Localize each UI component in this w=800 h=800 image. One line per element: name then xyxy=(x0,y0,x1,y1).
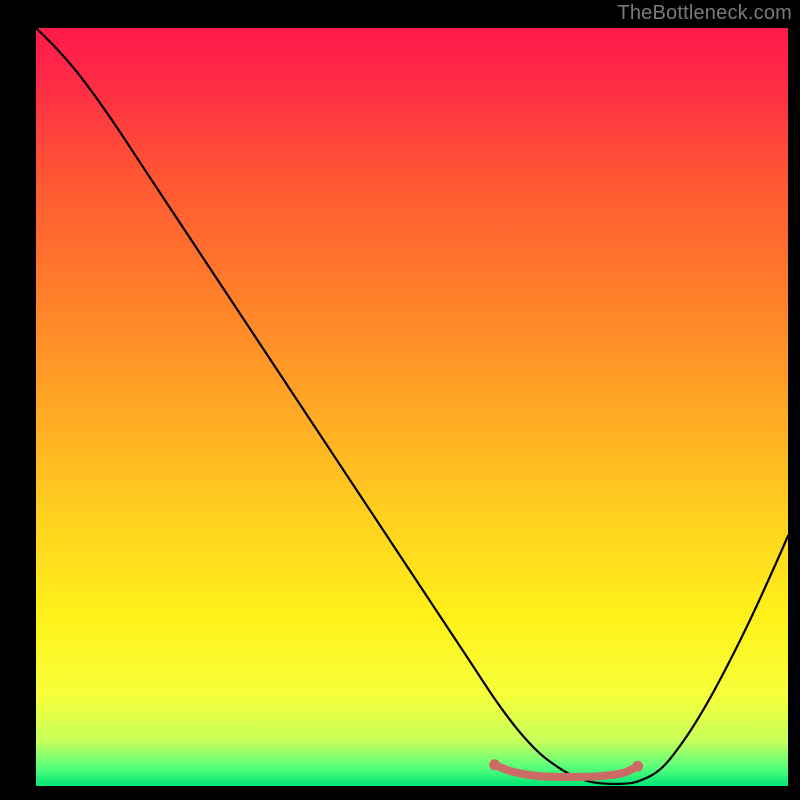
optimal-marker xyxy=(632,761,643,772)
watermark-text: TheBottleneck.com xyxy=(617,2,792,25)
plot-background xyxy=(36,28,788,786)
bottleneck-chart xyxy=(0,0,800,800)
optimal-marker xyxy=(489,759,500,770)
chart-container: TheBottleneck.com xyxy=(0,0,800,800)
